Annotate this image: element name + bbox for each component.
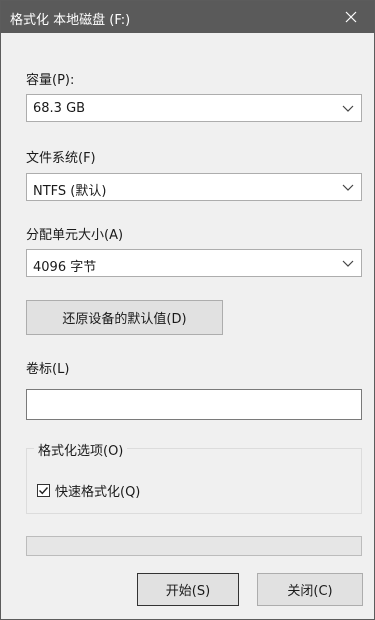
allocation-unit-value: 4096 字节	[33, 260, 97, 275]
quick-format-checkbox[interactable]	[37, 484, 50, 497]
chevron-down-icon	[342, 260, 354, 267]
window-title: 格式化 本地磁盘 (F:)	[10, 13, 131, 28]
allocation-unit-select[interactable]: 4096 字节	[26, 249, 362, 277]
format-options-group: 格式化选项(O) 快速格式化(Q)	[26, 440, 362, 514]
volume-label-label: 卷标(L)	[26, 362, 70, 377]
quick-format-label: 快速格式化(Q)	[55, 485, 141, 500]
chevron-down-icon	[342, 105, 354, 112]
format-dialog: 格式化 本地磁盘 (F:) 容量(P): 68.3 GB 文件系统(F) NTF…	[0, 0, 375, 620]
restore-defaults-button[interactable]: 还原设备的默认值(D)	[26, 300, 223, 335]
capacity-value: 68.3 GB	[33, 101, 86, 116]
format-progress-bar	[26, 536, 362, 556]
allocation-unit-label: 分配单元大小(A)	[26, 228, 124, 243]
quick-format-option[interactable]: 快速格式化(Q)	[37, 481, 140, 500]
volume-label-input[interactable]	[26, 389, 362, 420]
capacity-label: 容量(P):	[26, 73, 75, 88]
filesystem-value: NTFS (默认)	[33, 184, 107, 199]
close-window-button[interactable]	[328, 1, 374, 33]
chevron-down-icon	[342, 184, 354, 191]
title-bar: 格式化 本地磁盘 (F:)	[1, 1, 374, 33]
check-icon	[39, 487, 49, 495]
capacity-select[interactable]: 68.3 GB	[26, 94, 362, 122]
start-button[interactable]: 开始(S)	[137, 573, 239, 606]
close-icon	[345, 11, 357, 23]
filesystem-select[interactable]: NTFS (默认)	[26, 173, 362, 201]
format-options-legend: 格式化选项(O)	[34, 440, 128, 459]
close-button[interactable]: 关闭(C)	[257, 573, 363, 606]
filesystem-label: 文件系统(F)	[26, 151, 96, 166]
